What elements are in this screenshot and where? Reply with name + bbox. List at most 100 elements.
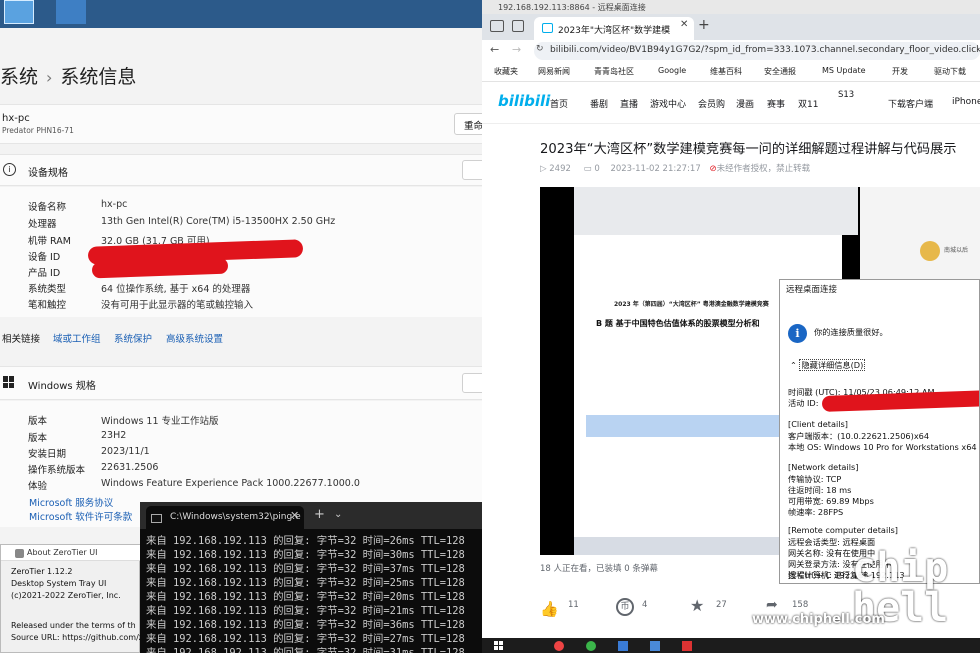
chiphell-watermark-url: www.chiphell.com <box>752 612 885 627</box>
chevron-down-icon[interactable]: ⌄ <box>334 509 342 520</box>
ping-line: 来自 192.168.192.113 的回复: 字节=32 时间=31ms TT… <box>146 647 465 653</box>
coin-count: 4 <box>642 600 648 610</box>
danmaku-icon: ▭ <box>583 164 595 174</box>
rdp-activity-id: 活动 ID: <box>788 398 819 408</box>
forward-icon[interactable]: → <box>512 43 521 56</box>
close-tab-icon[interactable]: ✕ <box>290 509 299 522</box>
nav-item[interactable]: 首页 <box>550 97 568 110</box>
bookmark-item[interactable]: 开发 <box>892 66 908 77</box>
bookmark-item[interactable]: Google <box>658 66 686 75</box>
doc-heading: 2023 年（第四届）“大湾区杯” 粤港澳金融数学建模竞赛 <box>614 301 769 308</box>
cmd-icon <box>151 514 162 523</box>
ping-line: 来自 192.168.192.113 的回复: 字节=32 时间=26ms TT… <box>146 535 465 547</box>
start-icon[interactable] <box>494 641 503 650</box>
spec-value: Windows Feature Experience Pack 1000.226… <box>101 478 360 489</box>
remote-taskbar <box>482 638 980 653</box>
network-shortcut-icon[interactable] <box>56 0 86 24</box>
ping-line: 来自 192.168.192.113 的回复: 字节=32 时间=21ms TT… <box>146 605 465 617</box>
nav-item[interactable]: 番剧 <box>590 97 608 110</box>
favorite-icon[interactable]: ★ <box>690 596 704 615</box>
nav-item[interactable]: 会员购 <box>698 97 725 110</box>
like-icon[interactable]: 👍 <box>540 600 559 618</box>
tab-actions-icon[interactable] <box>490 20 504 32</box>
spec-value: 13th Gen Intel(R) Core(TM) i5-13500HX 2.… <box>101 216 336 227</box>
client-details-header: [Client details] <box>788 419 848 429</box>
bookmark-item[interactable]: 驱动下载 <box>934 66 966 77</box>
spec-value: 没有可用于此显示器的笔或触控输入 <box>101 300 254 311</box>
page-title: 系统信息 <box>60 66 137 88</box>
hide-details-button[interactable]: ⌃ 隐藏详细信息(D) <box>790 359 866 371</box>
terminal-tab[interactable]: C:\Windows\system32\ping.e <box>146 506 304 529</box>
video-meta: ▷ 2492 ▭ 0 2023-11-02 21:27:17 ⊘未经作者授权，禁… <box>540 162 810 174</box>
app-taskbar-icon[interactable] <box>618 641 628 651</box>
close-tab-icon[interactable]: ✕ <box>680 19 688 30</box>
app-taskbar-icon[interactable] <box>650 641 660 651</box>
refresh-icon[interactable]: ↻ <box>536 44 544 54</box>
nav-item[interactable]: 赛事 <box>767 97 785 110</box>
copyright-notice: 未经作者授权，禁止转载 <box>716 164 811 174</box>
chevron-right-icon: › <box>46 68 53 87</box>
share-icon[interactable]: ➦ <box>766 597 778 613</box>
device-spec-header[interactable]: i 设备规格 <box>0 154 492 186</box>
spec-value: 23H2 <box>101 430 127 441</box>
bookmark-item[interactable]: MS Update <box>822 66 866 75</box>
info-icon: i <box>3 163 16 176</box>
app-taskbar-icon[interactable] <box>682 641 692 651</box>
zerotier-desc: Desktop System Tray UI <box>11 579 107 588</box>
play-icon: ▷ <box>540 164 550 174</box>
bookmark-item[interactable]: 收藏夹 <box>494 66 518 77</box>
coin-icon[interactable]: 币 <box>616 598 634 616</box>
bookmark-item[interactable]: 青青岛社区 <box>594 66 634 77</box>
related-links-label: 相关链接 <box>2 334 41 345</box>
spec-key: 版本 <box>28 433 48 444</box>
browser-tab-active[interactable]: 2023年"大湾区杯"数学建模 <box>534 17 694 40</box>
link-ms-services-agreement[interactable]: Microsoft 服务协议 <box>29 495 113 509</box>
spec-key: 体验 <box>28 481 48 492</box>
new-tab-icon[interactable]: + <box>698 17 710 33</box>
link-advanced-settings[interactable]: 高级系统设置 <box>166 331 223 345</box>
bilibili-logo[interactable]: bilibili <box>498 92 550 110</box>
ping-line: 来自 192.168.192.113 的回复: 字节=32 时间=27ms TT… <box>146 633 465 645</box>
windows-spec-header[interactable]: Windows 规格 <box>0 366 492 400</box>
windows-logo-icon <box>3 376 15 388</box>
nav-item[interactable]: 直播 <box>620 97 638 110</box>
frame-rate: 帧速率: 28FPS <box>788 507 844 517</box>
ping-line: 来自 192.168.192.113 的回复: 字节=32 时间=36ms TT… <box>146 619 465 631</box>
share-count: 158 <box>792 600 809 610</box>
redaction-mark <box>91 257 229 279</box>
download-client-button[interactable]: 下载客户端 <box>888 97 933 110</box>
search-input[interactable]: iPhone <box>952 97 980 107</box>
spec-key: 设备名称 <box>28 202 67 213</box>
zerotier-source-url[interactable]: Source URL: https://github.com/ze <box>11 633 148 642</box>
link-system-protection[interactable]: 系统保护 <box>114 331 152 345</box>
rdp-dialog-body: i 你的连接质量很好。 ⌃ 隐藏详细信息(D) 时间戳 (UTC): 11/05… <box>780 298 979 583</box>
video-pdf-toolbar <box>574 187 858 235</box>
link-domain-workgroup[interactable]: 域或工作组 <box>53 331 101 345</box>
bookmark-item[interactable]: 维基百科 <box>710 66 742 77</box>
new-tab-icon[interactable]: + <box>314 507 325 522</box>
device-model: Predator PHN16-71 <box>2 126 74 135</box>
spec-key: 操作系统版本 <box>28 465 86 476</box>
spec-key: 产品 ID <box>28 268 61 279</box>
address-input[interactable]: bilibili.com/video/BV1B94y1G7G2/?spm_id_… <box>534 42 980 60</box>
bookmark-item[interactable]: 安全通报 <box>764 66 796 77</box>
back-icon[interactable]: ← <box>490 43 499 56</box>
nav-item[interactable]: 游戏中心 <box>650 97 686 110</box>
spec-key: 安装日期 <box>28 449 67 460</box>
zerotier-license: Released under the terms of th <box>11 621 136 630</box>
video-side-text: 南城以后 <box>944 247 969 254</box>
breadcrumb-parent[interactable]: 系统 <box>0 66 38 88</box>
wechat-taskbar-icon[interactable] <box>586 641 596 651</box>
nav-item-s13[interactable]: S13 <box>838 90 854 100</box>
nav-item[interactable]: 漫画 <box>736 97 754 110</box>
chrome-taskbar-icon[interactable] <box>554 641 564 651</box>
zerotier-about-window: About ZeroTier UI ZeroTier 1.12.2 Deskto… <box>0 544 148 653</box>
rdp-dialog-title[interactable]: 远程桌面连接 <box>780 280 979 298</box>
workspaces-icon[interactable] <box>512 20 524 32</box>
bookmark-item[interactable]: 网易新闻 <box>538 66 570 77</box>
nav-item[interactable]: 双11 <box>798 97 818 110</box>
link-ms-license-terms[interactable]: Microsoft 软件许可条款 <box>29 509 132 523</box>
ping-line: 来自 192.168.192.113 的回复: 字节=32 时间=37ms TT… <box>146 563 465 575</box>
this-pc-icon[interactable] <box>4 0 34 24</box>
bilibili-favicon-icon <box>542 23 553 33</box>
